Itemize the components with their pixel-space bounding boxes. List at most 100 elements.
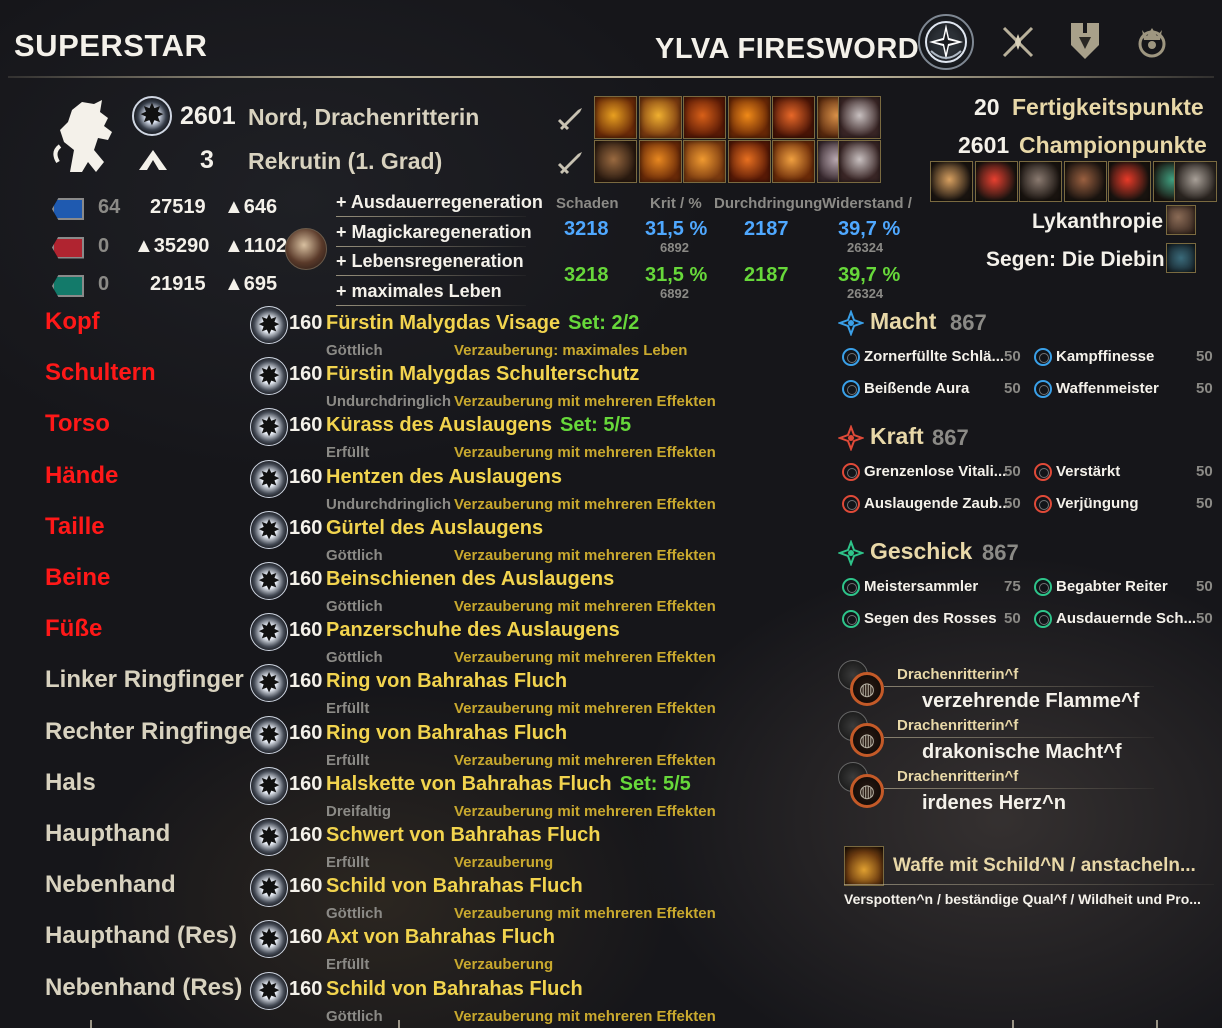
equip-item-name[interactable]: Fürstin Malygdas Visage	[326, 312, 560, 334]
star-slot-icon[interactable]	[842, 348, 860, 366]
spell-resistance-rating: 26324	[847, 240, 884, 255]
equip-trait: Göttlich	[326, 1007, 383, 1025]
front-bar-slot-2[interactable]	[638, 96, 682, 139]
werewolf-slot-1[interactable]	[930, 161, 973, 202]
star-slot-icon[interactable]	[1034, 610, 1052, 628]
star-slot-icon[interactable]	[1034, 495, 1052, 513]
passive-skill-icon[interactable]	[850, 723, 884, 758]
back-bar-slot-3[interactable]	[683, 140, 727, 183]
star-name[interactable]: Verstärkt	[1056, 463, 1120, 480]
rank-chevron-icon	[137, 146, 169, 172]
equip-item-name[interactable]: Kürass des Auslaugens	[326, 414, 552, 436]
weapon-swap-icon-1[interactable]	[556, 104, 584, 132]
lycanthropy-icon[interactable]	[1166, 205, 1196, 235]
back-bar-slot-1[interactable]	[594, 140, 637, 183]
star-name[interactable]: Grenzenlose Vitali...	[864, 463, 1006, 480]
star-slot-icon[interactable]	[842, 578, 860, 596]
star-name[interactable]: Segen des Rosses	[864, 610, 997, 627]
equip-slot-label: Linker Ringfinger	[45, 666, 244, 694]
star-name[interactable]: Verjüngung	[1056, 495, 1139, 512]
equip-item-name[interactable]: Schild von Bahrahas Fluch	[326, 978, 583, 1001]
champion-level-icon	[250, 818, 288, 856]
star-slot-icon[interactable]	[842, 610, 860, 628]
werewolf-slot-2[interactable]	[974, 161, 1018, 202]
werewolf-slot-3[interactable]	[1019, 161, 1063, 202]
equip-enchantment: Verzauberung mit mehreren Effekten	[454, 905, 716, 923]
front-bar-slot-4[interactable]	[727, 96, 771, 139]
star-slot-icon[interactable]	[842, 495, 860, 513]
star-name[interactable]: Waffenmeister	[1056, 380, 1159, 397]
champion-star-icon[interactable]	[918, 14, 974, 70]
mundus-thief-icon[interactable]	[1166, 243, 1196, 273]
equip-enchantment: Verzauberung mit mehreren Effekten	[454, 802, 716, 820]
rank-title: Rekrutin (1. Grad)	[248, 148, 443, 174]
spell-crit: 31,5 %	[645, 218, 708, 240]
star-name[interactable]: Meistersammler	[864, 578, 978, 595]
equip-level: 160	[289, 414, 323, 437]
equip-item-name[interactable]: Hentzen des Auslaugens	[326, 466, 562, 489]
star-name[interactable]: Begabter Reiter	[1056, 578, 1168, 595]
weapon-pen: 2187	[744, 264, 789, 286]
star-slot-icon[interactable]	[1034, 380, 1052, 398]
equip-enchantment: Verzauberung mit mehreren Effekten	[454, 495, 716, 513]
star-slot-icon[interactable]	[1034, 348, 1052, 366]
attribute-bonus-divider	[336, 216, 526, 217]
passive-skill-icon[interactable]	[850, 774, 884, 809]
champion-level-icon	[250, 766, 288, 805]
star-slot-icon[interactable]	[842, 463, 860, 481]
equip-item-name[interactable]: Halskette von Bahrahas Fluch	[326, 773, 612, 795]
stamina-gem-icon	[52, 275, 84, 297]
star-slot-icon[interactable]	[842, 380, 860, 398]
star-name[interactable]: Zornerfüllte Schlä...	[864, 348, 1004, 365]
back-bar-slot-2[interactable]	[638, 140, 682, 183]
health-regen: ▲1102	[224, 234, 288, 257]
equip-slot-label: Füße	[45, 615, 103, 643]
werewolf-slot-4[interactable]	[1063, 161, 1107, 202]
attribute-bonus-item: + Ausdauerregeneration	[336, 192, 543, 212]
equip-item-name[interactable]: Schild von Bahrahas Fluch	[326, 875, 583, 898]
equip-item-name[interactable]: Schwert von Bahrahas Fluch	[326, 824, 601, 847]
back-bar-ultimate-slot[interactable]	[838, 140, 881, 183]
star-slot-icon[interactable]	[1034, 463, 1052, 481]
equip-item-name[interactable]: Axt von Bahrahas Fluch	[326, 926, 555, 949]
equip-item-name[interactable]: Fürstin Malygdas Schulterschutz	[326, 363, 639, 386]
stats-header: Schaden	[556, 195, 619, 212]
equip-item-name[interactable]: Ring von Bahrahas Fluch	[326, 722, 567, 745]
front-bar-ultimate-slot[interactable]	[838, 96, 881, 139]
character-name: YLVA FIRESWORD	[655, 33, 920, 65]
constellation-points: 867	[932, 425, 969, 450]
star-name[interactable]: Ausdauernde Sch...	[1056, 610, 1196, 627]
equip-item-name[interactable]: Panzerschuhe des Auslaugens	[326, 619, 620, 642]
front-bar-slot-1[interactable]	[594, 96, 637, 139]
guild-crest-icon[interactable]	[1062, 18, 1108, 64]
magicka-regen: ▲646	[224, 196, 278, 218]
champion-level-icon	[250, 306, 288, 344]
star-name[interactable]: Auslaugende Zaub...	[864, 495, 1011, 512]
attribute-bonus-item: + Lebensregeneration	[336, 251, 524, 271]
equip-enchantment: Verzauberung mit mehreren Effekten	[454, 1007, 716, 1025]
crowned-dragon-icon[interactable]	[1128, 18, 1176, 66]
equip-item-name[interactable]: Ring von Bahrahas Fluch	[326, 670, 567, 693]
werewolf-ultimate-slot[interactable]	[1174, 161, 1217, 202]
back-bar-slot-4[interactable]	[727, 140, 771, 183]
weapon-shield-skill-icon[interactable]	[844, 846, 884, 886]
equip-item-name[interactable]: Beinschienen des Auslaugens	[326, 568, 614, 591]
front-bar-slot-3[interactable]	[683, 96, 727, 139]
back-bar-slot-5[interactable]	[772, 140, 816, 183]
crossed-blades-icon[interactable]	[996, 20, 1040, 64]
star-name[interactable]: Beißende Aura	[864, 380, 969, 397]
star-name[interactable]: Kampffinesse	[1056, 348, 1154, 365]
equip-trait: Erfüllt	[326, 956, 370, 974]
equip-item-name[interactable]: Gürtel des Auslaugens	[326, 517, 543, 540]
front-bar-slot-5[interactable]	[772, 96, 816, 139]
constellation-name: Geschick	[870, 538, 973, 564]
werewolf-slot-5[interactable]	[1108, 161, 1152, 202]
star-points: 50	[1196, 348, 1213, 365]
weapon-crit-rating: 6892	[660, 286, 689, 301]
star-points: 50	[1004, 610, 1021, 627]
lion-rampant-icon	[50, 92, 126, 178]
passive-skill-icon[interactable]	[850, 672, 884, 706]
star-slot-icon[interactable]	[1034, 578, 1052, 596]
champion-level-icon	[250, 971, 288, 1010]
weapon-swap-icon-2[interactable]	[556, 148, 584, 176]
